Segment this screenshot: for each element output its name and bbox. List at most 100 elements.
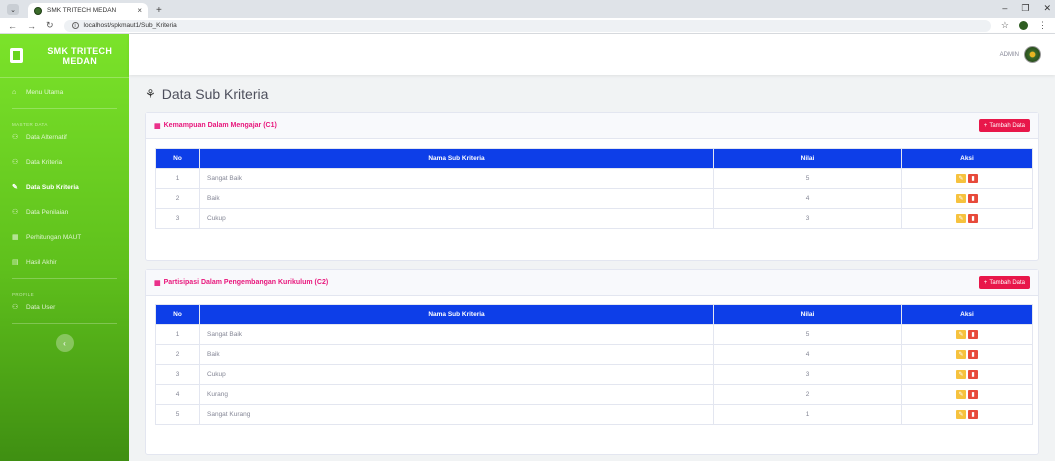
subcriteria-table: No Nama Sub Kriteria Nilai Aksi 1 Sangat… <box>155 148 1033 229</box>
cell-actions: ✎ ▮ <box>901 188 1033 209</box>
cell-no: 2 <box>155 188 200 209</box>
card-title: ▦ Kemampuan Dalam Mengajar (C1) <box>154 122 277 130</box>
brand[interactable]: SMK TRITECH MEDAN <box>0 34 129 78</box>
users-icon: ⚇ <box>12 209 19 216</box>
edit-button[interactable]: ✎ <box>956 390 966 399</box>
sidebar-item-menu-utama[interactable]: ⌂ Menu Utama <box>0 82 129 102</box>
window-controls: – ❐ ✕ <box>1002 3 1051 14</box>
cell-actions: ✎ ▮ <box>901 324 1033 345</box>
sidebar-item-hasil-akhir[interactable]: ▤ Hasil Akhir <box>0 252 129 272</box>
bookmark-star-icon[interactable]: ☆ <box>1001 20 1009 31</box>
delete-button[interactable]: ▮ <box>968 350 978 359</box>
tab-title: SMK TRITECH MEDAN <box>47 7 117 14</box>
sidebar-item-label: Data Kriteria <box>26 158 63 166</box>
browser-menu-icon[interactable]: ⋮ <box>1038 20 1047 31</box>
edit-button[interactable]: ✎ <box>956 410 966 419</box>
user-name[interactable]: ADMIN <box>1000 52 1019 58</box>
sidebar-toggle-button[interactable]: ‹ <box>55 334 74 352</box>
add-data-button[interactable]: + Tambah Data <box>978 276 1030 289</box>
table-icon: ▦ <box>154 279 161 287</box>
restore-button[interactable]: ❐ <box>1021 3 1029 14</box>
avatar[interactable] <box>1024 46 1041 63</box>
delete-button[interactable]: ▮ <box>968 330 978 339</box>
url-text: localhost/spkmaut1/Sub_Kriteria <box>83 22 177 29</box>
cell-no: 5 <box>155 404 200 425</box>
cell-name: Kurang <box>199 384 714 405</box>
profile-extension-icon[interactable] <box>1019 21 1028 30</box>
calculator-icon: ▦ <box>12 234 19 241</box>
close-tab-icon[interactable]: × <box>137 6 142 15</box>
browser-tab[interactable]: SMK TRITECH MEDAN × <box>28 3 148 18</box>
col-header-name: Nama Sub Kriteria <box>199 304 714 325</box>
cell-name: Cukup <box>199 364 714 385</box>
delete-button[interactable]: ▮ <box>968 370 978 379</box>
delete-button[interactable]: ▮ <box>968 194 978 203</box>
sidebar-item-data-kriteria[interactable]: ⚇ Data Kriteria <box>0 152 129 172</box>
tab-search-button[interactable]: ⌄ <box>7 4 19 15</box>
sidebar-item-label: Hasil Akhir <box>26 258 57 266</box>
edit-button[interactable]: ✎ <box>956 370 966 379</box>
minimize-button[interactable]: – <box>1002 3 1007 14</box>
cell-actions: ✎ ▮ <box>901 168 1033 189</box>
cell-name: Baik <box>199 188 714 209</box>
chart-icon: ▤ <box>12 259 19 266</box>
col-header-value: Nilai <box>713 304 902 325</box>
url-field[interactable]: i localhost/spkmaut1/Sub_Kriteria <box>63 19 991 32</box>
back-icon[interactable]: ← <box>8 21 17 31</box>
table-row: 5 Sangat Kurang 1 ✎ ▮ <box>155 404 1033 425</box>
sidebar-item-perhitungan-maut[interactable]: ▦ Perhitungan MAUT <box>0 227 129 247</box>
cube-icon: ⚇ <box>12 159 19 166</box>
cell-actions: ✎ ▮ <box>901 208 1033 229</box>
card-header: ▦ Kemampuan Dalam Mengajar (C1) + Tambah… <box>146 113 1038 139</box>
page-title: ⚘ Data Sub Kriteria <box>145 86 268 102</box>
cell-actions: ✎ ▮ <box>901 384 1033 405</box>
cell-no: 1 <box>155 168 200 189</box>
card-title-text: Partisipasi Dalam Pengembangan Kurikulum… <box>163 279 329 286</box>
add-data-button[interactable]: + Tambah Data <box>978 119 1030 132</box>
plus-icon: + <box>983 279 988 286</box>
card-title-text: Kemampuan Dalam Mengajar (C1) <box>163 122 277 129</box>
sidebar-item-data-sub-kriteria[interactable]: ✎ Data Sub Kriteria <box>0 177 129 197</box>
site-info-icon[interactable]: i <box>71 22 79 29</box>
table-row: 1 Sangat Baik 5 ✎ ▮ <box>155 324 1033 345</box>
subcriteria-card-c1: ▦ Kemampuan Dalam Mengajar (C1) + Tambah… <box>145 112 1039 261</box>
col-header-action: Aksi <box>901 148 1033 169</box>
sidebar-item-data-user[interactable]: ⚇ Data User <box>0 297 129 317</box>
cell-value: 2 <box>713 384 902 405</box>
sidebar-item-data-alternatif[interactable]: ⚇ Data Alternatif <box>0 127 129 147</box>
cell-no: 3 <box>155 364 200 385</box>
sidebar-item-label: Data Alternatif <box>26 133 67 141</box>
edit-button[interactable]: ✎ <box>956 194 966 203</box>
delete-button[interactable]: ▮ <box>968 410 978 419</box>
cell-value: 3 <box>713 208 902 229</box>
cell-no: 1 <box>155 324 200 345</box>
close-window-button[interactable]: ✕ <box>1043 3 1051 14</box>
cell-name: Baik <box>199 344 714 365</box>
edit-button[interactable]: ✎ <box>956 350 966 359</box>
sidebar-item-label: Data Penilaian <box>26 208 69 216</box>
main-content: ADMIN ⚘ Data Sub Kriteria ▦ Kemampuan Da… <box>129 34 1055 461</box>
subcriteria-table: No Nama Sub Kriteria Nilai Aksi 1 Sangat… <box>155 304 1033 425</box>
delete-button[interactable]: ▮ <box>968 390 978 399</box>
sidebar-item-label: Menu Utama <box>26 88 64 96</box>
new-tab-button[interactable]: + <box>156 3 162 18</box>
address-bar: ← → ↻ i localhost/spkmaut1/Sub_Kriteria … <box>0 18 1055 34</box>
edit-button[interactable]: ✎ <box>956 174 966 183</box>
col-header-value: Nilai <box>713 148 902 169</box>
delete-button[interactable]: ▮ <box>968 214 978 223</box>
delete-button[interactable]: ▮ <box>968 174 978 183</box>
cell-no: 3 <box>155 208 200 229</box>
favicon-icon <box>34 6 42 15</box>
edit-button[interactable]: ✎ <box>956 330 966 339</box>
cell-no: 4 <box>155 384 200 405</box>
sidebar-item-data-penilaian[interactable]: ⚇ Data Penilaian <box>0 202 129 222</box>
users-icon: ⚇ <box>12 134 19 141</box>
forward-icon[interactable]: → <box>27 21 36 31</box>
user-icon: ⚇ <box>12 304 19 311</box>
cell-value: 4 <box>713 344 902 365</box>
sidebar-heading-profile: PROFILE <box>12 292 35 297</box>
reload-icon[interactable]: ↻ <box>46 20 54 31</box>
sidebar-item-label: Perhitungan MAUT <box>26 233 82 241</box>
cell-name: Sangat Kurang <box>199 404 714 425</box>
edit-button[interactable]: ✎ <box>956 214 966 223</box>
